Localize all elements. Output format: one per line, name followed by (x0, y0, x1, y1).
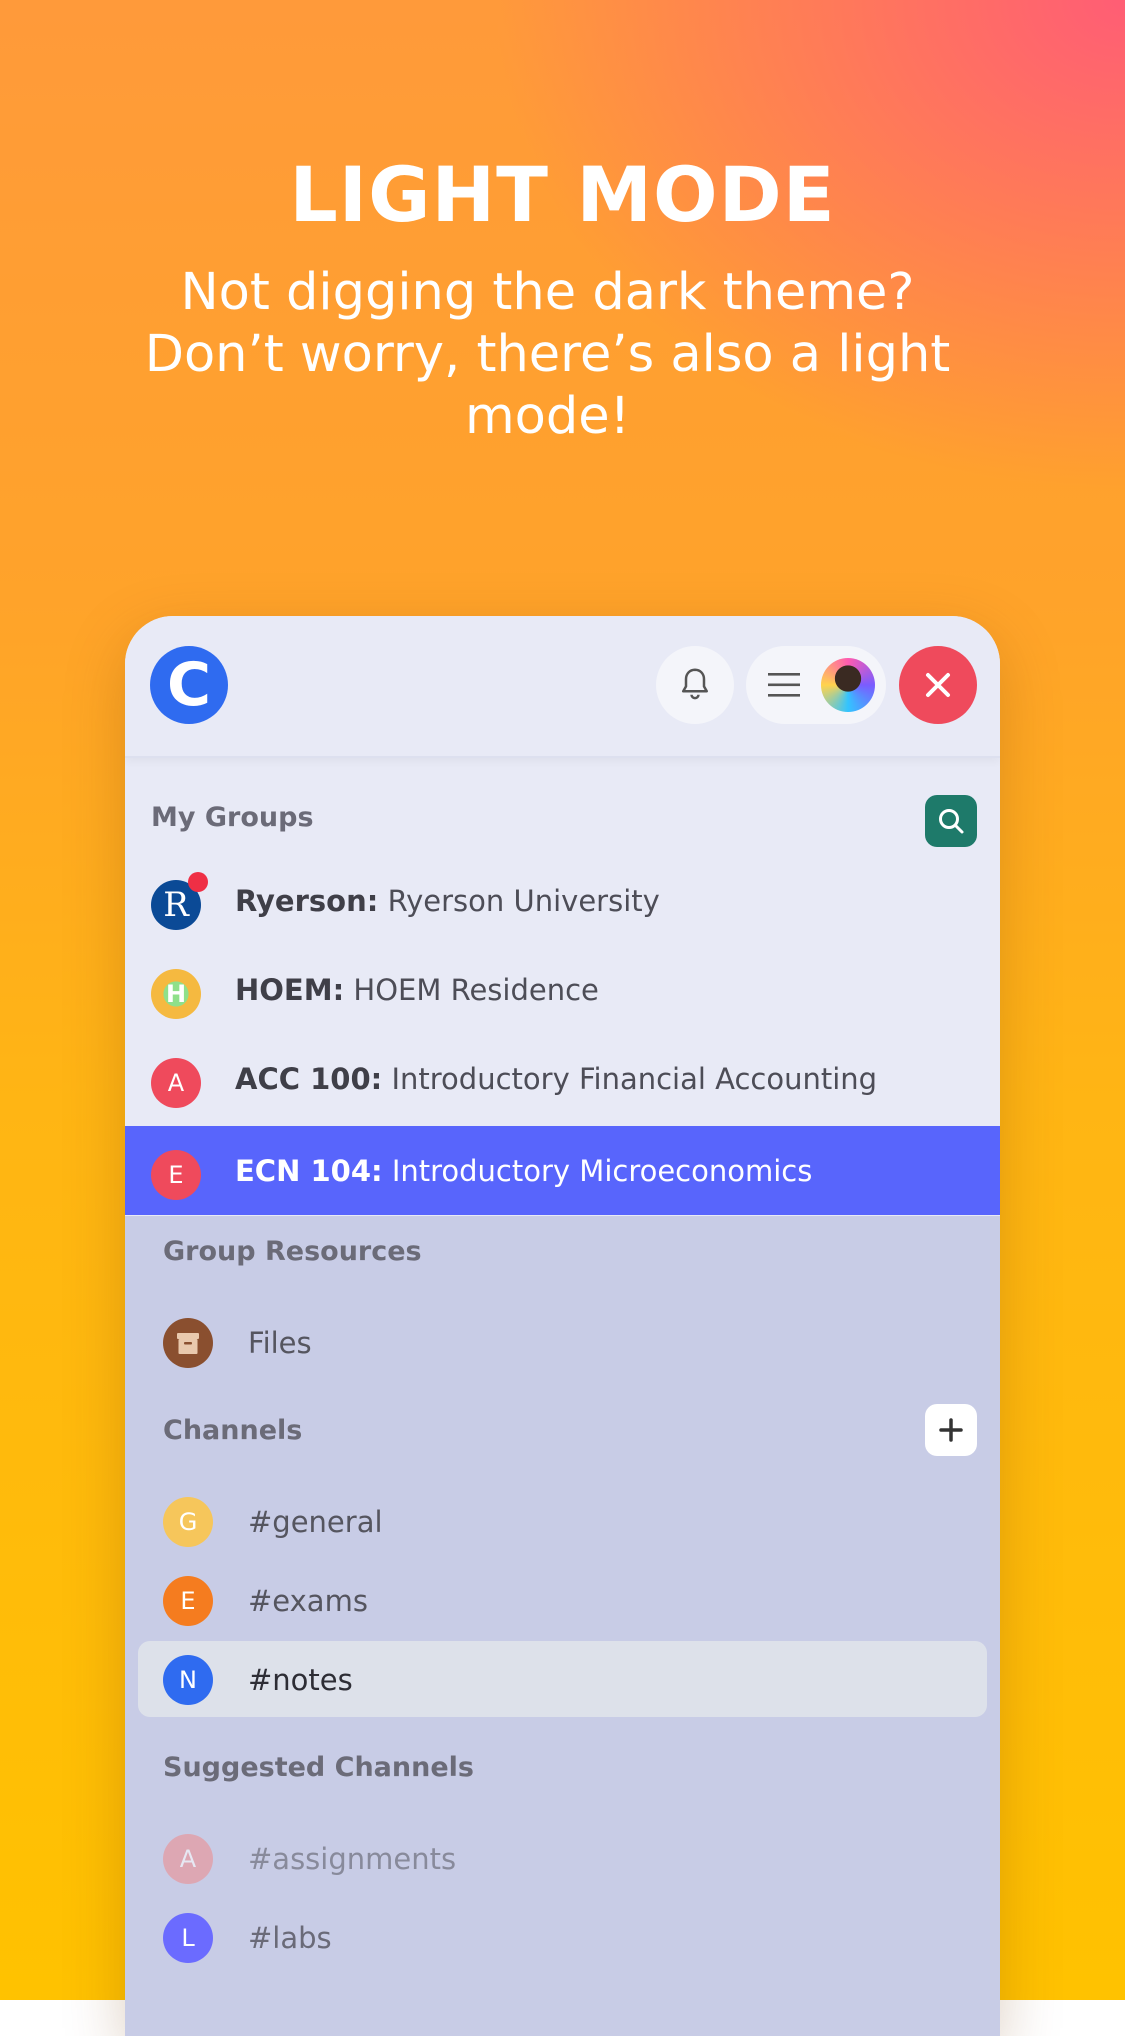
group-badge: E (151, 1150, 201, 1200)
resource-name: Files (248, 1326, 312, 1360)
avatar (821, 658, 875, 712)
top-bar: C (125, 616, 1000, 758)
group-code: HOEM: (235, 973, 345, 1007)
group-code: ECN 104: (235, 1154, 383, 1188)
search-icon (939, 809, 964, 834)
channel-item-general[interactable]: G #general (125, 1483, 1000, 1561)
group-resources-heading: Group Resources (163, 1236, 422, 1267)
group-item-hoem[interactable]: H HOEM: HOEM Residence (125, 945, 1000, 1034)
app-logo[interactable]: C (150, 646, 228, 724)
group-name: HOEM Residence (353, 973, 599, 1007)
notifications-button[interactable] (656, 646, 734, 724)
channel-badge: L (163, 1913, 213, 1963)
close-button[interactable] (899, 646, 977, 724)
archive-icon (163, 1318, 213, 1368)
menu-icon (768, 673, 800, 697)
hero-subtitle: Not digging the dark theme? Don’t worry,… (144, 263, 951, 446)
group-name: Ryerson University (387, 884, 660, 918)
close-icon (926, 673, 950, 697)
suggested-channel-assignments[interactable]: A #assignments (125, 1820, 1000, 1898)
channel-item-exams[interactable]: E #exams (125, 1562, 1000, 1640)
group-code: ACC 100: (235, 1062, 383, 1096)
channel-item-notes[interactable]: N #notes (125, 1641, 1000, 1719)
group-badge: A (151, 1058, 201, 1108)
my-groups-heading: My Groups (151, 802, 314, 833)
group-name: Introductory Financial Accounting (391, 1062, 878, 1096)
channel-name: #general (248, 1505, 383, 1539)
group-name: Introductory Microeconomics (391, 1154, 813, 1188)
group-item-ryerson[interactable]: R Ryerson: Ryerson University (125, 856, 1000, 945)
suggested-channel-labs[interactable]: L #labs (125, 1899, 1000, 1977)
bell-icon (681, 668, 709, 700)
menu-profile-button[interactable] (746, 646, 886, 724)
channel-badge: E (163, 1576, 213, 1626)
channel-badge: G (163, 1497, 213, 1547)
suggested-channels-heading: Suggested Channels (163, 1752, 474, 1783)
channel-badge: A (163, 1834, 213, 1884)
hero-title: LIGHT MODE (289, 150, 836, 239)
resource-item-files[interactable]: Files (125, 1304, 1000, 1382)
hoem-logo: H (151, 969, 201, 1019)
group-item-acc100[interactable]: A ACC 100: Introductory Financial Accoun… (125, 1034, 1000, 1123)
channel-name: #labs (248, 1921, 332, 1955)
channel-name: #assignments (248, 1842, 457, 1876)
group-item-ecn104[interactable]: E ECN 104: Introductory Microeconomics (125, 1126, 1000, 1215)
search-button[interactable] (925, 795, 977, 847)
plus-icon (939, 1418, 963, 1442)
add-channel-button[interactable] (925, 1404, 977, 1456)
channels-heading: Channels (163, 1415, 303, 1446)
notification-dot (188, 872, 208, 892)
channel-name: #notes (248, 1663, 353, 1697)
group-code: Ryerson: (235, 884, 379, 918)
channel-name: #exams (248, 1584, 368, 1618)
app-screen: C My Groups R Ryerson: Ryerson Universit… (125, 616, 1000, 2036)
channel-badge: N (163, 1655, 213, 1705)
